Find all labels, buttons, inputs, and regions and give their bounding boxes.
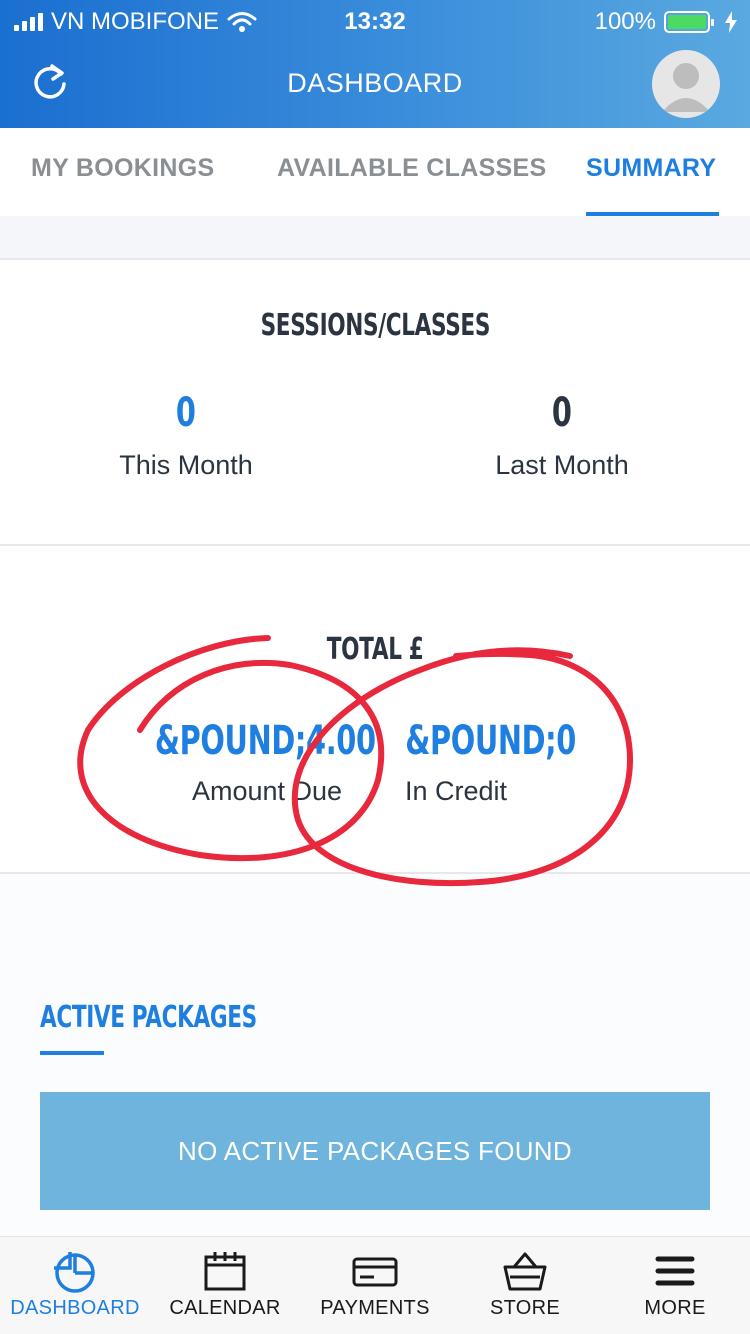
amount-due-value: &POUND;4.00 bbox=[154, 718, 376, 764]
battery-percent: 100% bbox=[594, 8, 656, 35]
active-tab-indicator bbox=[586, 212, 719, 216]
hamburger-menu-icon bbox=[655, 1256, 695, 1286]
total-title: TOTAL £ bbox=[326, 632, 424, 667]
sessions-title: SESSIONS/CLASSES bbox=[260, 308, 490, 343]
charging-bolt-icon bbox=[725, 11, 737, 33]
sessions-card: SESSIONS/CLASSES 0 This Month 0 Last Mon… bbox=[0, 258, 750, 546]
credit-card-icon bbox=[352, 1257, 398, 1287]
tab-summary[interactable]: SUMMARY bbox=[586, 154, 716, 183]
total-card: TOTAL £ &POUND;4.00 Amount Due &POUND;0 … bbox=[0, 544, 750, 872]
battery-group: 100% bbox=[595, 8, 738, 36]
bottom-navigation: DASHBOARD CALENDAR PAYMENTS STORE MORE bbox=[0, 1236, 750, 1334]
nav-payments-label: PAYMENTS bbox=[320, 1297, 430, 1319]
status-bar: VN MOBIFONE 13:32 100% bbox=[0, 0, 750, 42]
tab-available-classes[interactable]: AVAILABLE CLASSES bbox=[277, 154, 546, 183]
calendar-icon bbox=[204, 1252, 246, 1291]
tab-my-bookings[interactable]: MY BOOKINGS bbox=[31, 154, 214, 183]
page-title: DASHBOARD bbox=[287, 68, 463, 98]
basket-icon bbox=[503, 1252, 547, 1291]
avatar[interactable] bbox=[652, 50, 720, 118]
last-month-label: Last Month bbox=[495, 450, 629, 480]
nav-more-label: MORE bbox=[644, 1297, 706, 1319]
app-header: VN MOBIFONE 13:32 100% DASHBOARD bbox=[0, 0, 750, 128]
active-packages-underline bbox=[40, 1051, 104, 1055]
active-packages-title: ACTIVE PACKAGES bbox=[40, 1000, 257, 1035]
nav-dashboard-label: DASHBOARD bbox=[10, 1297, 140, 1319]
nav-store[interactable]: STORE bbox=[450, 1237, 600, 1334]
amount-due-label: Amount Due bbox=[191, 776, 343, 806]
nav-dashboard[interactable]: DASHBOARD bbox=[0, 1237, 150, 1334]
tab-bar: MY BOOKINGS AVAILABLE CLASSES SUMMARY bbox=[0, 128, 750, 216]
nav-calendar-label: CALENDAR bbox=[169, 1297, 281, 1319]
user-icon bbox=[662, 63, 710, 112]
in-credit-label: In Credit bbox=[405, 776, 508, 806]
last-month-value: 0 bbox=[552, 390, 572, 436]
no-packages-banner: NO ACTIVE PACKAGES FOUND bbox=[40, 1092, 710, 1210]
this-month-label: This Month bbox=[119, 450, 253, 480]
this-month-value: 0 bbox=[176, 390, 196, 436]
pie-chart-icon bbox=[54, 1252, 95, 1293]
nav-more[interactable]: MORE bbox=[600, 1237, 750, 1334]
battery-icon bbox=[664, 11, 714, 33]
nav-calendar[interactable]: CALENDAR bbox=[150, 1237, 300, 1334]
nav-payments[interactable]: PAYMENTS bbox=[300, 1237, 450, 1334]
in-credit-value: &POUND;0 bbox=[405, 718, 576, 764]
nav-store-label: STORE bbox=[489, 1297, 561, 1319]
